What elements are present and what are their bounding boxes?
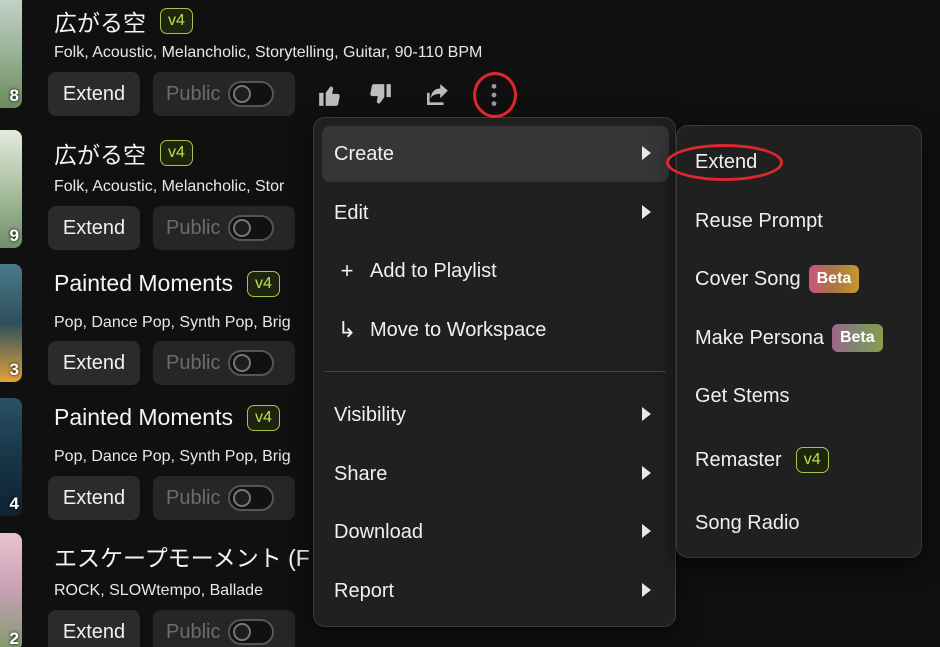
thumbnail-number: 8: [9, 86, 19, 105]
thumbs-up-icon[interactable]: [315, 80, 345, 110]
menu-item-label: Download: [334, 520, 423, 543]
song-title[interactable]: 広がる空: [54, 4, 146, 38]
thumbnail-number: 2: [9, 629, 19, 647]
beta-badge: Beta: [808, 265, 860, 293]
submenu-item-reuse-prompt[interactable]: Reuse Prompt: [695, 201, 823, 241]
song-tags: Folk, Acoustic, Melancholic, Storytellin…: [54, 44, 483, 61]
extend-button[interactable]: Extend: [48, 206, 140, 250]
submenu-item-make-persona[interactable]: Make Persona Beta: [695, 318, 883, 358]
menu-item-add-to-playlist[interactable]: + Add to Playlist: [322, 243, 669, 299]
public-toggle[interactable]: [228, 485, 275, 511]
thumbs-down-icon[interactable]: [365, 80, 395, 110]
create-submenu: Extend Reuse Prompt Cover Song Beta Make…: [676, 125, 922, 558]
version-badge: v4: [246, 404, 280, 431]
version-badge: v4: [160, 140, 193, 166]
song-title[interactable]: 広がる空: [54, 136, 146, 170]
submenu-item-label: Extend: [695, 150, 758, 173]
public-toggle-button[interactable]: Public: [153, 206, 295, 250]
public-toggle-button[interactable]: Public: [153, 610, 295, 647]
submenu-item-cover-song[interactable]: Cover Song Beta: [695, 259, 860, 299]
public-label: Public: [166, 486, 221, 509]
song-tags: ROCK, SLOWtempo, Ballade: [54, 582, 263, 599]
song-title[interactable]: Painted Moments: [54, 404, 233, 431]
more-options-icon[interactable]: [479, 80, 509, 110]
menu-item-label: Visibility: [334, 403, 406, 426]
menu-item-download[interactable]: Download: [322, 504, 669, 560]
public-toggle[interactable]: [228, 215, 275, 241]
song-thumbnail[interactable]: 9: [0, 130, 22, 248]
menu-item-label: Add to Playlist: [370, 259, 497, 282]
chevron-right-icon: [642, 205, 651, 219]
menu-item-report[interactable]: Report: [322, 563, 669, 619]
public-toggle[interactable]: [228, 619, 275, 645]
version-badge: v4: [160, 8, 193, 34]
chevron-right-icon: [642, 583, 651, 597]
public-label: Public: [166, 216, 221, 239]
song-thumbnail[interactable]: 3: [0, 264, 22, 382]
context-menu: Create Edit + Add to Playlist ↳ Move to …: [313, 117, 676, 627]
plus-icon: +: [340, 258, 354, 283]
song-tags: Folk, Acoustic, Melancholic, Stor: [54, 178, 285, 195]
menu-item-share[interactable]: Share: [322, 446, 669, 502]
version-badge: v4: [246, 270, 280, 297]
menu-item-create[interactable]: Create: [322, 126, 669, 182]
song-row: 8 広がる空 v4 Folk, Acoustic, Melancholic, S…: [0, 0, 940, 134]
public-toggle[interactable]: [228, 350, 275, 376]
public-label: Public: [166, 620, 221, 643]
submenu-item-song-radio[interactable]: Song Radio: [695, 503, 800, 543]
public-toggle[interactable]: [228, 81, 275, 107]
submenu-item-remaster[interactable]: Remaster v4: [695, 440, 829, 480]
extend-button[interactable]: Extend: [48, 341, 140, 385]
menu-item-label: Create: [334, 142, 395, 165]
chevron-right-icon: [642, 146, 651, 160]
thumbnail-number: 9: [9, 226, 19, 245]
menu-item-visibility[interactable]: Visibility: [322, 387, 669, 443]
chevron-right-icon: [642, 407, 651, 421]
chevron-right-icon: [642, 524, 651, 538]
public-toggle-button[interactable]: Public: [153, 476, 295, 520]
submenu-item-label: Make Persona: [695, 326, 824, 349]
submenu-item-label: Reuse Prompt: [695, 209, 823, 232]
song-thumbnail[interactable]: 8: [0, 0, 22, 108]
public-label: Public: [166, 82, 221, 105]
menu-item-label: Report: [334, 579, 395, 602]
submenu-item-label: Cover Song: [695, 267, 801, 290]
song-thumbnail[interactable]: 2: [0, 533, 22, 647]
menu-item-label: Edit: [334, 201, 369, 224]
song-thumbnail[interactable]: 4: [0, 398, 22, 516]
song-title[interactable]: エスケープモーメント (F: [54, 539, 310, 573]
menu-item-edit[interactable]: Edit: [322, 185, 669, 241]
submenu-item-extend[interactable]: Extend: [695, 142, 757, 182]
thumbnail-number: 4: [9, 494, 19, 513]
extend-button[interactable]: Extend: [48, 476, 140, 520]
share-icon[interactable]: [422, 80, 452, 110]
version-badge: v4: [795, 447, 829, 473]
beta-badge: Beta: [831, 324, 883, 352]
extend-button[interactable]: Extend: [48, 610, 140, 647]
song-tags: Pop, Dance Pop, Synth Pop, Brig: [54, 448, 291, 465]
arrow-return-icon: ↳: [337, 317, 357, 342]
submenu-item-get-stems[interactable]: Get Stems: [695, 376, 789, 416]
public-toggle-button[interactable]: Public: [153, 341, 295, 385]
menu-divider: [324, 371, 666, 372]
extend-button[interactable]: Extend: [48, 72, 140, 116]
submenu-item-label: Get Stems: [695, 384, 790, 407]
menu-item-move-to-workspace[interactable]: ↳ Move to Workspace: [322, 302, 669, 358]
thumbnail-number: 3: [9, 360, 19, 379]
menu-item-label: Share: [334, 462, 388, 485]
song-tags: Pop, Dance Pop, Synth Pop, Brig: [54, 314, 291, 331]
chevron-right-icon: [642, 466, 651, 480]
public-label: Public: [166, 351, 221, 374]
submenu-item-label: Remaster: [695, 448, 782, 471]
public-toggle-button[interactable]: Public: [153, 72, 295, 116]
song-title[interactable]: Painted Moments: [54, 270, 233, 297]
menu-item-label: Move to Workspace: [370, 318, 547, 341]
submenu-item-label: Song Radio: [695, 511, 800, 534]
